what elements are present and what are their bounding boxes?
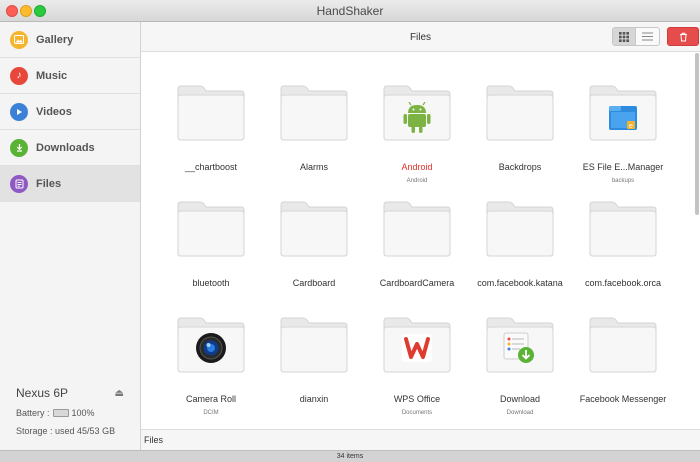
grid-view-button[interactable] — [613, 28, 637, 45]
window-title: HandShaker — [316, 4, 384, 18]
folder-name: WPS Office — [393, 394, 441, 404]
folder-tile[interactable]: com.facebook.orca — [571, 199, 675, 309]
folder-tile[interactable]: Facebook Messenger — [571, 315, 675, 425]
folder-tile[interactable]: Alarms — [262, 83, 366, 193]
folder-subtitle: Documents — [401, 410, 433, 416]
file-grid: __chartboost Alarms Android Android Backd… — [141, 53, 694, 429]
device-panel: Nexus 6P ⏏ Battery : 100% Storage : used… — [0, 372, 140, 450]
sidebar-item-label: Downloads — [36, 141, 95, 154]
status-bar: 34 items — [0, 450, 700, 462]
title-bar: HandShaker — [0, 0, 700, 22]
sidebar-item-music[interactable]: ♪ Music — [0, 58, 140, 94]
folder-name: Alarms — [299, 162, 328, 172]
folder-tile[interactable]: com.facebook.katana — [468, 199, 572, 309]
folder-name: Download — [499, 394, 541, 404]
folder-icon — [486, 85, 554, 141]
folder-tile[interactable]: CardboardCamera — [365, 199, 469, 309]
folder-icon — [280, 317, 348, 373]
sidebar-item-gallery[interactable]: Gallery — [0, 22, 140, 58]
battery-value: 100% — [71, 408, 95, 418]
folder-name: Cardboard — [292, 278, 336, 288]
folder-tile[interactable]: Android Android — [365, 83, 469, 193]
music-note-icon: ♪ — [10, 66, 28, 85]
folder-icon — [589, 201, 657, 257]
folder-icon — [383, 201, 451, 257]
download-folder-icon — [503, 332, 534, 363]
battery-status: Battery : 100% — [16, 408, 95, 418]
android-robot-icon — [403, 102, 431, 133]
device-name: Nexus 6P — [16, 386, 69, 400]
delete-button[interactable] — [667, 27, 699, 46]
folder-tile[interactable]: Cardboard — [262, 199, 366, 309]
folder-icon — [177, 85, 245, 141]
main-panel: Files __chartboost Alarms Android Androi… — [141, 22, 700, 450]
vertical-scrollbar[interactable] — [694, 53, 700, 429]
folder-icon — [486, 201, 554, 257]
folder-subtitle: Android — [406, 178, 428, 184]
folder-icon — [177, 201, 245, 257]
storage-status: Storage : used 45/53 GB — [16, 426, 116, 436]
folder-name: Facebook Messenger — [579, 394, 667, 404]
scrollbar-thumb[interactable] — [695, 53, 699, 215]
es-file-explorer-icon: e — [609, 106, 637, 130]
sidebar-item-label: Files — [36, 177, 62, 190]
folder-name: bluetooth — [192, 278, 230, 288]
files-icon — [10, 174, 28, 193]
toolbar: Files — [141, 22, 700, 52]
folder-icon — [280, 201, 348, 257]
folder-tile[interactable]: Camera Roll DCIM — [159, 315, 263, 425]
folder-tile[interactable]: Backdrops — [468, 83, 572, 193]
sidebar-item-label: Music — [36, 69, 68, 82]
folder-tile[interactable]: bluetooth — [159, 199, 263, 309]
folder-subtitle: DCIM — [203, 410, 219, 416]
folder-name: com.facebook.orca — [584, 278, 662, 288]
gallery-icon — [10, 30, 28, 49]
folder-name: com.facebook.katana — [477, 278, 563, 288]
sidebar-item-label: Gallery — [36, 33, 74, 46]
sidebar-item-videos[interactable]: Videos — [0, 94, 140, 130]
grid-view-icon — [619, 31, 629, 42]
folder-icon — [589, 317, 657, 373]
folder-name: __chartboost — [184, 162, 238, 172]
sidebar-item-downloads[interactable]: Downloads — [0, 130, 140, 166]
sidebar: Gallery ♪ Music Videos Downloads Files N… — [0, 22, 141, 450]
svg-text:e: e — [629, 123, 633, 130]
list-view-icon — [642, 32, 653, 41]
wps-office-icon — [402, 334, 432, 362]
sidebar-item-label: Videos — [36, 105, 72, 118]
folder-tile[interactable]: WPS Office Documents — [365, 315, 469, 425]
folder-tile[interactable]: __chartboost — [159, 83, 263, 193]
folder-name: Camera Roll — [185, 394, 236, 404]
folder-tile[interactable]: dianxin — [262, 315, 366, 425]
battery-icon — [52, 409, 69, 417]
folder-subtitle: backups — [611, 178, 635, 184]
folder-tile[interactable]: e ES File E...Manager backups — [571, 83, 675, 193]
list-view-button[interactable] — [636, 28, 659, 45]
sidebar-item-files[interactable]: Files — [0, 166, 140, 202]
folder-subtitle: Download — [506, 410, 534, 416]
path-bar: Files — [141, 429, 700, 450]
folder-name: Backdrops — [498, 162, 542, 172]
view-mode-toggle — [612, 27, 660, 46]
download-arrow-icon — [10, 138, 28, 157]
folder-tile[interactable]: Download Download — [468, 315, 572, 425]
folder-name: Android — [401, 162, 433, 172]
folder-name: ES File E...Manager — [582, 162, 664, 172]
folder-icon — [280, 85, 348, 141]
trash-icon — [679, 32, 687, 41]
play-icon — [10, 102, 28, 121]
eject-icon[interactable]: ⏏ — [115, 388, 124, 399]
folder-name: dianxin — [299, 394, 329, 404]
camera-lens-icon — [196, 333, 226, 363]
folder-name: CardboardCamera — [379, 278, 455, 288]
